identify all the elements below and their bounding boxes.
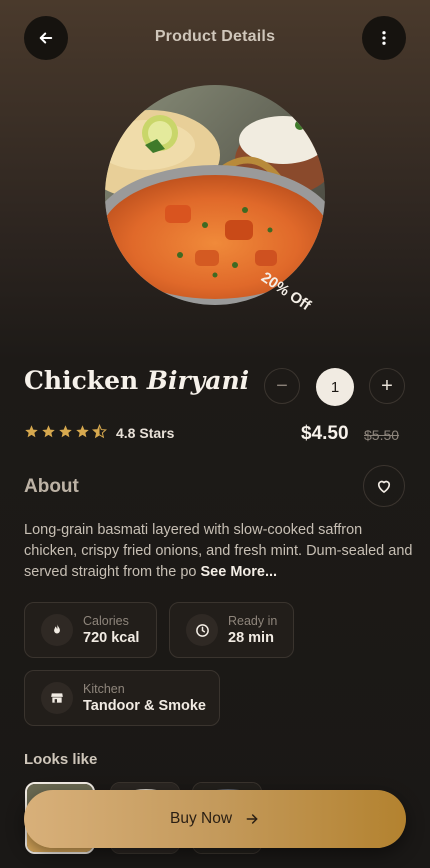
chip-value: 28 min [228,629,274,646]
chip-value: 720 kcal [83,629,140,646]
chip-value: Tandoor & Smoke [83,697,206,714]
price: $4.50 [301,423,349,444]
store-icon [41,682,73,714]
kitchen-chip: Kitchen Tandoor & Smoke [24,670,220,726]
product-title: Chicken Biryani [24,366,249,395]
gallery-heading: Looks like [24,751,98,768]
star-icon [42,425,55,438]
arrow-right-icon [246,814,258,824]
quantity-value: 1 [316,368,354,406]
product-name-italic: Biryani [146,366,250,395]
rating-text: 4.8 Stars [116,425,175,441]
more-vertical-icon [382,31,386,45]
star-icon [59,425,72,438]
star-half-icon [92,424,107,439]
old-price: $5.50 [364,427,400,443]
chip-label: Kitchen [83,681,125,696]
buy-now-label: Buy Now [169,810,233,827]
calories-chip: Calories 720 kcal [24,602,157,658]
star-icon [76,425,89,438]
chip-label: Ready in [228,613,278,628]
ready-time-chip: Ready in 28 min [169,602,294,658]
description: Long-grain basmati layered with slow-coo… [24,520,414,583]
rating-stars [24,424,107,439]
product-image [105,85,325,305]
chip-label: Calories [83,613,129,628]
heart-icon [377,480,391,493]
see-more-link[interactable]: See More... [201,564,278,580]
clock-icon [186,614,218,646]
more-options-button[interactable] [362,16,406,60]
decrement-button[interactable]: − [264,368,300,404]
flame-icon [41,614,73,646]
about-heading: About [24,476,79,497]
product-name-plain: Chicken [24,366,139,395]
increment-button[interactable]: + [369,368,405,404]
buy-now-button[interactable]: Buy Now [24,790,406,848]
favorite-button[interactable] [363,465,405,507]
star-icon [25,425,38,438]
